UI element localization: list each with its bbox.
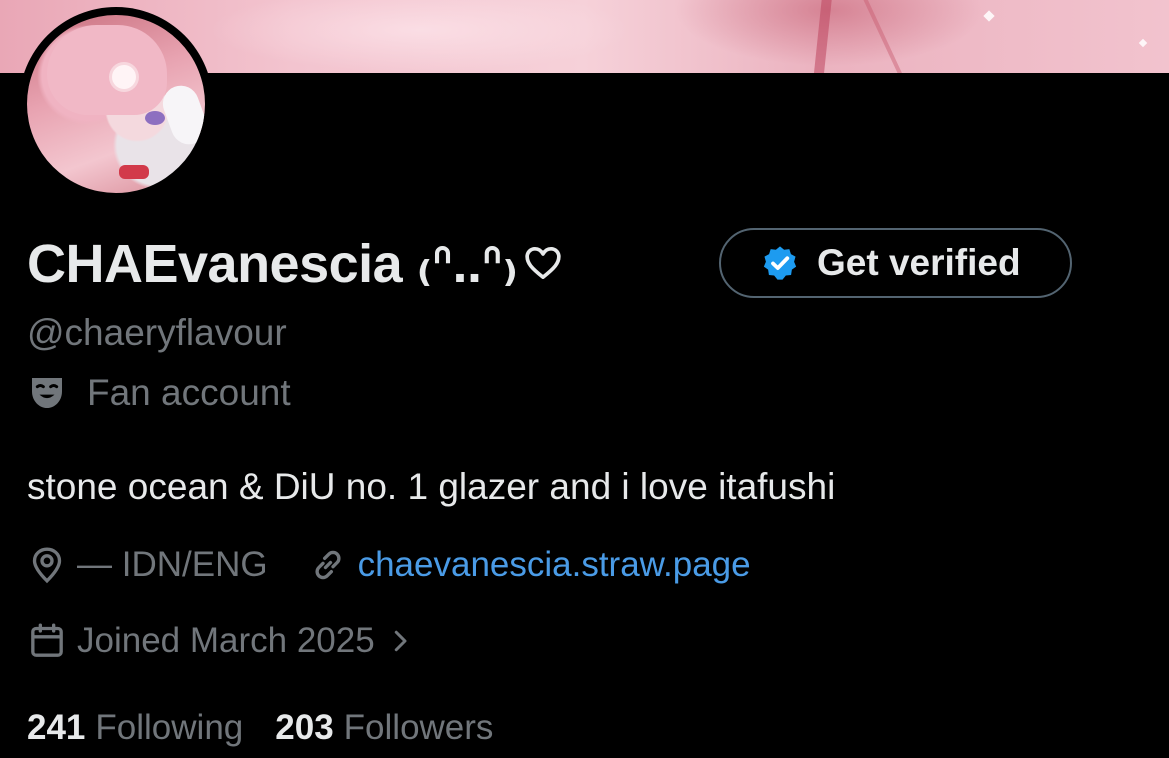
joined-text: Joined March 2025 — [77, 621, 375, 660]
location-text: — IDN/ENG — [77, 545, 268, 584]
website-link[interactable]: chaevanescia.straw.page — [308, 545, 751, 585]
profile-bio: stone ocean & DiU no. 1 glazer and i lov… — [27, 466, 836, 507]
website-text: chaevanescia.straw.page — [357, 545, 751, 584]
profile-category: Fan account — [27, 372, 291, 414]
link-icon — [315, 550, 341, 580]
avatar-eye — [145, 111, 165, 125]
follow-stats: 241 Following 203 Followers — [27, 706, 525, 750]
display-name: CHAEvanescia ₍ᐢ..ᐢ₎ — [27, 233, 518, 294]
avatar[interactable] — [19, 7, 213, 201]
profile-handle: @chaeryflavour — [27, 312, 287, 353]
following-label: Following — [95, 708, 244, 747]
profile-page: CHAEvanescia ₍ᐢ..ᐢ₎ Get verified @chaery… — [0, 0, 1169, 758]
get-verified-label: Get verified — [817, 242, 1021, 283]
theater-mask-icon — [32, 378, 62, 408]
joined-date[interactable]: Joined March 2025 — [27, 618, 415, 664]
avatar-flower — [112, 65, 136, 89]
following-link[interactable]: 241 Following — [27, 708, 243, 748]
banner-sparkle — [1138, 38, 1148, 48]
followers-link[interactable]: 203 Followers — [275, 708, 493, 748]
avatar-bow — [119, 165, 149, 179]
banner-sparkle — [983, 10, 995, 22]
avatar-image — [27, 15, 205, 193]
calendar-icon — [31, 623, 63, 657]
avatar-hair — [47, 25, 167, 115]
banner-streak — [861, 0, 903, 73]
profile-meta: — IDN/ENG chaevanescia.straw.page — [27, 542, 751, 588]
verified-badge-icon — [763, 246, 797, 280]
chevron-right-icon — [394, 630, 407, 652]
followers-label: Followers — [343, 708, 494, 747]
location-pin-icon — [32, 547, 62, 584]
followers-count: 203 — [275, 708, 334, 747]
category-label: Fan account — [87, 372, 291, 413]
name-row: CHAEvanescia ₍ᐢ..ᐢ₎ — [27, 228, 563, 298]
get-verified-button[interactable]: Get verified — [719, 228, 1072, 298]
banner-streak — [813, 0, 833, 73]
location-item: — IDN/ENG — [27, 545, 268, 585]
following-count: 241 — [27, 708, 86, 747]
heart-outline-icon — [525, 247, 562, 279]
